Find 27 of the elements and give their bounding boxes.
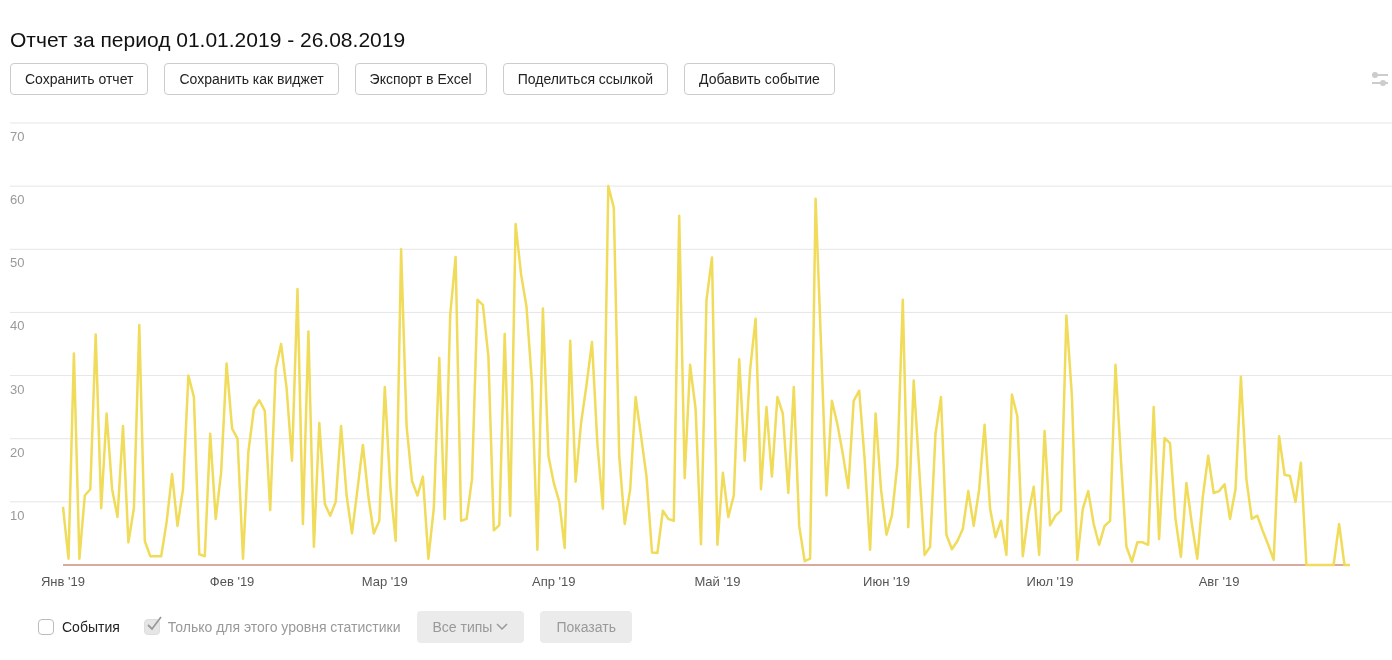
toolbar-button[interactable]: Сохранить отчет bbox=[10, 63, 149, 95]
y-axis-label: 40 bbox=[10, 318, 25, 334]
x-axis-label: Май '19 bbox=[694, 574, 741, 589]
toolbar-button[interactable]: Экспорт в Excel bbox=[354, 63, 487, 95]
x-axis-label: Июл '19 bbox=[1026, 574, 1074, 589]
y-axis-label: 60 bbox=[10, 192, 25, 208]
checkbox[interactable] bbox=[38, 619, 54, 635]
checkbox-label: События bbox=[62, 617, 120, 637]
report-title: Отчет за период 01.01.2019 - 26.08.2019 bbox=[10, 27, 406, 53]
x-axis-label: Апр '19 bbox=[532, 574, 576, 589]
settings-sliders-icon[interactable] bbox=[1371, 70, 1389, 88]
checkbox-label: Только для этого уровня статистики bbox=[167, 617, 401, 637]
y-axis-label: 30 bbox=[10, 381, 25, 397]
x-axis-label: Мар '19 bbox=[361, 574, 408, 589]
y-axis-label: 70 bbox=[10, 129, 25, 144]
y-axis-label: 20 bbox=[10, 444, 25, 460]
x-axis-label: Фев '19 bbox=[209, 574, 255, 589]
toolbar-button[interactable]: Сохранить как виджет bbox=[164, 63, 339, 95]
x-axis-label: Янв '19 bbox=[41, 574, 85, 589]
x-axis-label: Авг '19 bbox=[1198, 574, 1240, 589]
y-axis-label: 10 bbox=[10, 507, 25, 523]
y-axis-label: 50 bbox=[10, 255, 25, 271]
toolbar-button[interactable]: Поделиться ссылкой bbox=[502, 63, 668, 95]
x-axis-label: Июн '19 bbox=[863, 574, 910, 589]
checkmark-icon bbox=[144, 616, 163, 632]
chevron-down-icon bbox=[496, 623, 509, 631]
toolbar-button[interactable]: Добавить событие bbox=[684, 63, 835, 95]
